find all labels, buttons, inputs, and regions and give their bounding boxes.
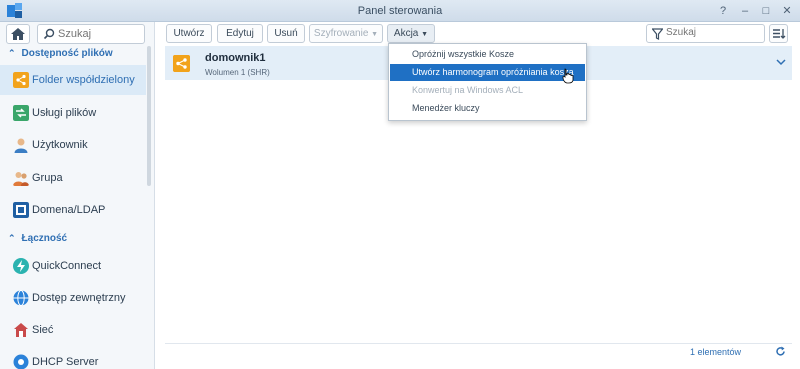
close-button[interactable]: ✕: [780, 4, 794, 18]
search-icon: [43, 28, 55, 40]
folder-volume: Wolumen 1 (SHR): [205, 68, 270, 77]
create-button[interactable]: Utwórz: [166, 24, 212, 43]
sidebar-item-label: Sieć: [32, 324, 54, 336]
sidebar-item-dhcp-server[interactable]: DHCP Server: [0, 347, 146, 369]
encryption-dropdown: Szyfrowanie ▼: [309, 24, 383, 43]
delete-button[interactable]: Usuń: [267, 24, 305, 43]
menu-item-convert-to-windows-acl: Konwertuj na Windows ACL: [412, 85, 524, 95]
caret-down-icon: ▼: [421, 31, 429, 38]
maximize-button[interactable]: □: [759, 4, 773, 18]
section-connectivity[interactable]: ⌃ Łączność: [8, 233, 67, 244]
title-bar: Panel sterowania ? – □ ✕: [0, 0, 800, 22]
domain-icon: [13, 202, 29, 218]
menu-item-create-recycle-bin-schedule[interactable]: Utwórz harmonogram opróżniania kosza: [390, 64, 585, 81]
sidebar-item-label: DHCP Server: [32, 356, 99, 368]
home-button[interactable]: [6, 24, 30, 44]
sidebar-item-user[interactable]: Użytkownik: [0, 130, 146, 160]
shared-folder-icon: [173, 55, 190, 72]
help-button[interactable]: ?: [716, 4, 730, 18]
sidebar-item-label: Grupa: [32, 172, 63, 184]
group-icon: [13, 172, 29, 186]
window-title: Panel sterowania: [357, 5, 443, 17]
home-icon: [11, 28, 25, 40]
sidebar-item-label: Usługi plików: [32, 107, 97, 119]
sidebar: ⌃Dostępność plików Folder współdzielony …: [0, 22, 155, 369]
main-search-input[interactable]: [666, 27, 760, 38]
action-dropdown[interactable]: Akcja ▼: [387, 24, 435, 43]
sidebar-item-label: Domena/LDAP: [32, 204, 106, 216]
user-icon: [14, 138, 28, 153]
item-count: 1 elementów: [690, 347, 742, 357]
sidebar-search-input[interactable]: [58, 28, 142, 40]
hand-cursor-icon: [562, 68, 574, 84]
sidebar-item-label: Użytkownik: [32, 139, 88, 151]
refresh-icon[interactable]: [775, 346, 786, 357]
sidebar-item-label: Dostęp zewnętrzny: [32, 292, 126, 304]
chevron-up-icon: ⌃: [8, 48, 16, 58]
menu-item-empty-all-recycle-bins[interactable]: Opróżnij wszystkie Kosze: [390, 46, 585, 63]
chevron-down-icon[interactable]: [776, 58, 786, 66]
sidebar-item-group[interactable]: Grupa: [0, 163, 146, 193]
main-search[interactable]: [646, 24, 765, 43]
network-icon: [14, 323, 28, 337]
sidebar-scrollbar[interactable]: [147, 46, 151, 186]
sidebar-item-file-services[interactable]: Usługi plików: [0, 98, 146, 128]
sidebar-item-domain-ldap[interactable]: Domena/LDAP: [0, 195, 146, 225]
shared-folder-icon: [13, 72, 29, 88]
quickconnect-icon: [13, 258, 29, 274]
sidebar-item-label: QuickConnect: [32, 260, 102, 272]
folder-name: domownik1: [205, 52, 266, 64]
section-file-sharing[interactable]: ⌃ Dostępność plików: [8, 48, 113, 59]
sidebar-item-shared-folder[interactable]: Folder współdzielony: [0, 65, 146, 95]
menu-item-key-manager[interactable]: Menedżer kluczy: [390, 100, 585, 117]
encryption-label: Szyfrowanie: [313, 28, 369, 39]
sort-icon: [773, 29, 786, 39]
sidebar-item-network[interactable]: Sieć: [0, 315, 146, 345]
chevron-up-icon: ⌃: [8, 233, 16, 243]
action-menu: Opróżnij wszystkie Kosze Utwórz harmonog…: [388, 43, 587, 121]
filter-icon: [652, 28, 663, 40]
minimize-button[interactable]: –: [738, 4, 752, 18]
footer-divider: [165, 343, 792, 344]
sidebar-item-external-access[interactable]: Dostęp zewnętrzny: [0, 283, 146, 313]
action-label: Akcja: [393, 28, 419, 39]
dhcp-icon: [13, 354, 29, 369]
sidebar-item-quickconnect[interactable]: QuickConnect: [0, 251, 146, 281]
sidebar-search[interactable]: [37, 24, 145, 44]
sidebar-item-label: Folder współdzielony: [32, 74, 135, 86]
section-title: Łączność: [21, 233, 68, 244]
sort-button[interactable]: [769, 24, 788, 43]
external-access-icon: [13, 290, 29, 306]
section-title: Dostępność plików: [21, 48, 113, 59]
edit-button[interactable]: Edytuj: [217, 24, 263, 43]
caret-down-icon: ▼: [371, 31, 379, 38]
file-services-icon: [13, 105, 29, 121]
